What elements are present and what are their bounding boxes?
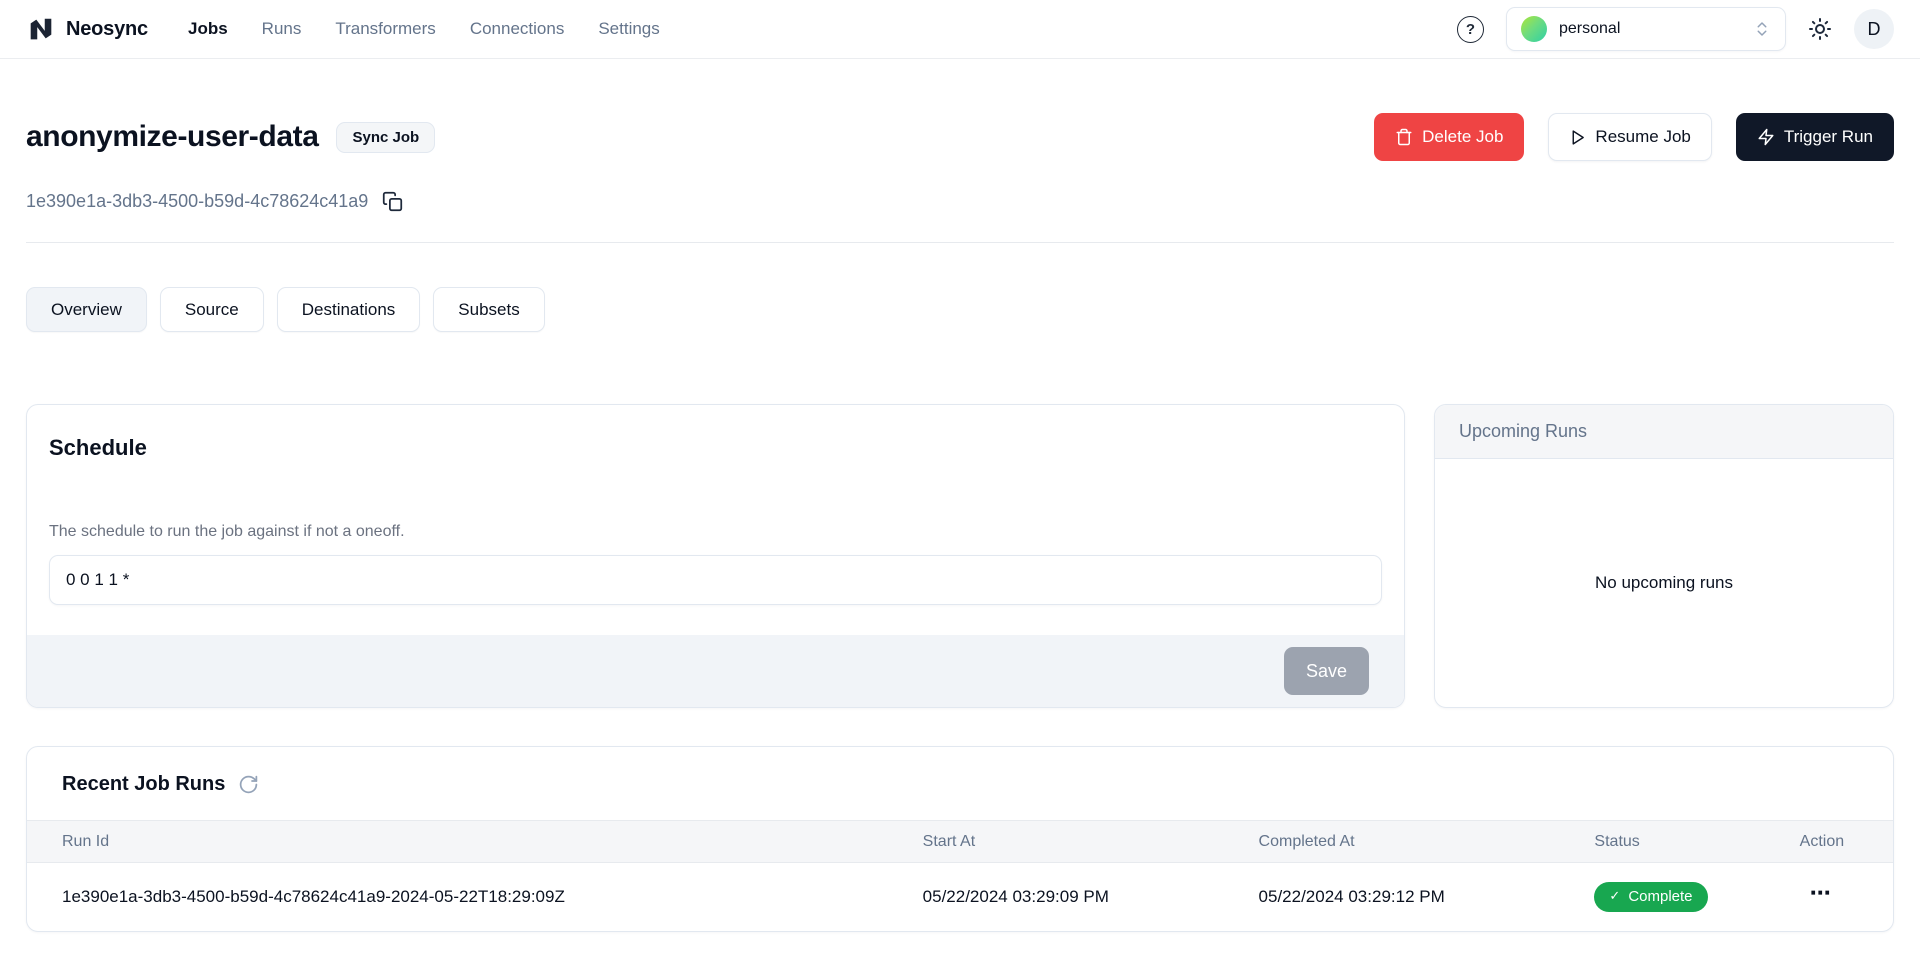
- top-navbar: Neosync Jobs Runs Transformers Connectio…: [0, 0, 1920, 59]
- table-header-row: Run Id Start At Completed At Status Acti…: [27, 821, 1893, 863]
- trash-icon: [1395, 128, 1413, 146]
- schedule-description: The schedule to run the job against if n…: [49, 523, 1382, 541]
- brand[interactable]: Neosync: [26, 14, 148, 44]
- delete-job-button[interactable]: Delete Job: [1374, 113, 1524, 161]
- table-row[interactable]: 1e390e1a-3db3-4500-b59d-4c78624c41a9-202…: [27, 863, 1893, 931]
- action-cell: ⋯: [1800, 863, 1893, 931]
- schedule-card-title: Schedule: [49, 435, 1382, 461]
- column-header-run-id: Run Id: [27, 821, 923, 863]
- column-header-start-at: Start At: [923, 821, 1259, 863]
- page-title: anonymize-user-data: [26, 120, 318, 154]
- user-avatar-initial: D: [1868, 19, 1881, 40]
- sun-icon: [1808, 17, 1832, 41]
- account-label: personal: [1559, 20, 1620, 38]
- tab-overview[interactable]: Overview: [26, 287, 147, 332]
- recent-runs-table: Run Id Start At Completed At Status Acti…: [27, 820, 1893, 931]
- upcoming-runs-title: Upcoming Runs: [1459, 421, 1587, 441]
- tab-source[interactable]: Source: [160, 287, 264, 332]
- completed-at-cell: 05/22/2024 03:29:12 PM: [1259, 863, 1595, 931]
- refresh-icon: [238, 774, 259, 795]
- cron-schedule-input[interactable]: [49, 555, 1382, 605]
- refresh-runs-button[interactable]: [238, 774, 259, 795]
- play-icon: [1569, 129, 1586, 146]
- nav-item-transformers[interactable]: Transformers: [335, 19, 435, 39]
- account-switcher[interactable]: personal: [1506, 7, 1786, 51]
- neosync-logo-icon: [26, 14, 56, 44]
- recent-job-runs-title: Recent Job Runs: [62, 773, 225, 796]
- primary-nav: Jobs Runs Transformers Connections Setti…: [188, 19, 660, 39]
- row-actions-button[interactable]: ⋯: [1800, 881, 1832, 912]
- nav-item-connections[interactable]: Connections: [470, 19, 565, 39]
- brand-name: Neosync: [66, 18, 148, 41]
- help-button[interactable]: ?: [1457, 16, 1484, 43]
- job-type-badge: Sync Job: [336, 122, 435, 153]
- tab-destinations[interactable]: Destinations: [277, 287, 421, 332]
- copy-job-id-button[interactable]: [382, 191, 403, 212]
- job-id-text: 1e390e1a-3db3-4500-b59d-4c78624c41a9: [26, 191, 368, 212]
- account-avatar: [1521, 16, 1547, 42]
- nav-item-runs[interactable]: Runs: [262, 19, 302, 39]
- schedule-card: Schedule The schedule to run the job aga…: [26, 404, 1405, 708]
- start-at-cell: 05/22/2024 03:29:09 PM: [923, 863, 1259, 931]
- upcoming-runs-card: Upcoming Runs No upcoming runs: [1434, 404, 1894, 708]
- column-header-action: Action: [1800, 821, 1893, 863]
- resume-job-button[interactable]: Resume Job: [1548, 113, 1711, 161]
- tab-subsets[interactable]: Subsets: [433, 287, 544, 332]
- job-overview-page: anonymize-user-data Sync Job Delete Job …: [0, 113, 1920, 972]
- user-avatar[interactable]: D: [1854, 9, 1894, 49]
- save-schedule-button[interactable]: Save: [1284, 647, 1369, 695]
- nav-item-settings[interactable]: Settings: [598, 19, 659, 39]
- column-header-status: Status: [1594, 821, 1799, 863]
- theme-toggle-button[interactable]: [1808, 17, 1832, 41]
- header-divider: [26, 242, 1894, 243]
- nav-item-jobs[interactable]: Jobs: [188, 19, 228, 39]
- column-header-completed-at: Completed At: [1259, 821, 1595, 863]
- status-badge: ✓ Complete: [1594, 882, 1707, 912]
- upcoming-runs-header: Upcoming Runs: [1435, 405, 1893, 459]
- no-upcoming-runs-message: No upcoming runs: [1595, 573, 1733, 593]
- recent-job-runs-card: Recent Job Runs Run Id Start At Complete…: [26, 746, 1894, 932]
- chevrons-up-down-icon: [1753, 20, 1771, 38]
- run-id-cell[interactable]: 1e390e1a-3db3-4500-b59d-4c78624c41a9-202…: [27, 863, 923, 931]
- status-cell: ✓ Complete: [1594, 863, 1799, 931]
- trigger-run-button[interactable]: Trigger Run: [1736, 113, 1894, 161]
- zap-icon: [1757, 128, 1775, 146]
- schedule-card-footer: Save: [27, 635, 1404, 707]
- job-tabs: Overview Source Destinations Subsets: [26, 287, 1894, 332]
- check-icon: ✓: [1609, 888, 1620, 904]
- copy-icon: [382, 191, 403, 212]
- question-mark-icon: ?: [1466, 21, 1475, 38]
